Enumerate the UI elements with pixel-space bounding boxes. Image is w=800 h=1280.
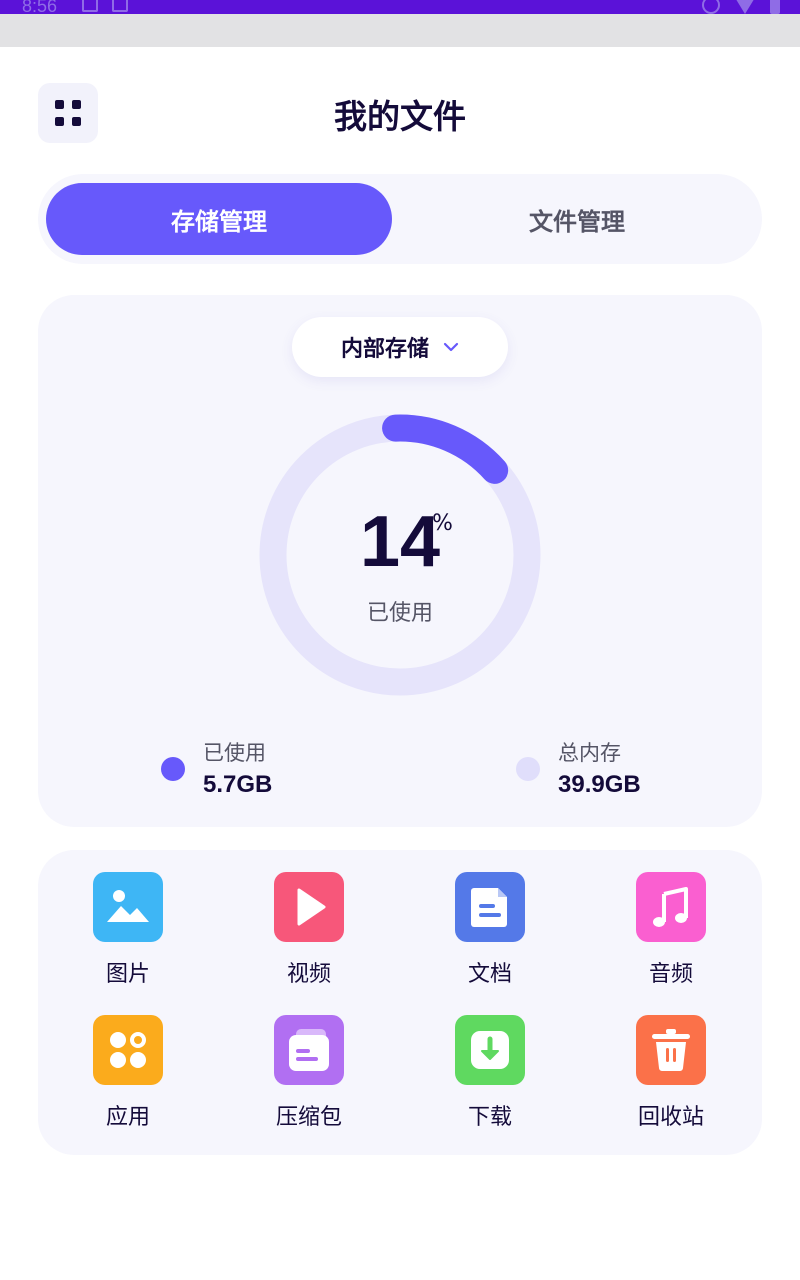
category-label: 音频 [648,962,693,987]
category-documents[interactable]: 文档 [420,872,560,1002]
category-downloads[interactable]: 下载 [420,1015,560,1145]
image-icon [107,890,149,922]
category-label: 视频 [286,962,331,987]
category-apps[interactable]: 应用 [58,1015,198,1145]
tab-storage-management[interactable]: 存储管理 [46,183,392,255]
wifi-icon [734,0,756,14]
used-value: 5.7GB [203,771,273,798]
notification-icons [82,0,128,12]
music-icon [653,887,688,927]
total-value: 39.9GB [558,771,641,798]
total-label: 总内存 [558,741,621,765]
used-dot [161,757,185,781]
download-icon [471,1031,509,1069]
category-label: 图片 [105,962,150,987]
category-icon-bg [274,872,344,942]
system-icons [702,0,780,14]
category-icon-bg [636,1015,706,1085]
storage-card: 内部存储 14 % 已使用 已使用 5.7GB 总内存 39.9GB [38,295,762,827]
category-recycle-bin[interactable]: 回收站 [601,1015,741,1145]
storage-selector-label: 内部存储 [340,337,429,362]
category-label: 回收站 [637,1105,704,1130]
usage-percent: 14 [359,502,441,582]
category-icon-bg [93,1015,163,1085]
category-label: 压缩包 [275,1105,342,1130]
tab-bar: 存储管理 文件管理 [38,174,762,264]
category-label: 文档 [467,962,512,987]
archive-icon [289,1029,329,1071]
category-audio[interactable]: 音频 [601,872,741,1002]
percent-sign: % [432,511,453,536]
category-archives[interactable]: 压缩包 [239,1015,379,1145]
page-title: 我的文件 [334,97,466,136]
dnd-icon [702,0,720,14]
apps-icon [110,1032,146,1068]
category-icon-bg [455,872,525,942]
category-label: 应用 [105,1105,150,1130]
trash-icon [652,1029,690,1071]
document-icon [471,888,507,927]
status-bar: 8:56 [0,0,800,16]
used-label: 已使用 [203,741,266,765]
chevron-down-icon [443,342,459,352]
category-label: 下载 [467,1105,512,1130]
gallery-notification-icon [82,0,98,12]
total-dot [516,757,540,781]
category-icon-bg [455,1015,525,1085]
category-videos[interactable]: 视频 [239,872,379,1002]
category-icon-bg [93,872,163,942]
action-bar-strip [0,14,800,47]
category-icon-bg [636,872,706,942]
category-icon-bg [274,1015,344,1085]
category-grid: 图片 视频 文档 音频 应用 压缩包 下载 回收站 [38,850,762,1155]
video-icon [297,888,326,926]
app-notification-icon [112,0,128,12]
usage-caption: 已使用 [366,601,433,626]
usage-value: 14 % [258,501,542,583]
usage-ring: 14 % 已使用 [258,413,542,697]
category-images[interactable]: 图片 [58,872,198,1002]
tab-file-management[interactable]: 文件管理 [400,183,754,255]
storage-selector[interactable]: 内部存储 [292,317,508,377]
battery-icon [770,0,780,14]
